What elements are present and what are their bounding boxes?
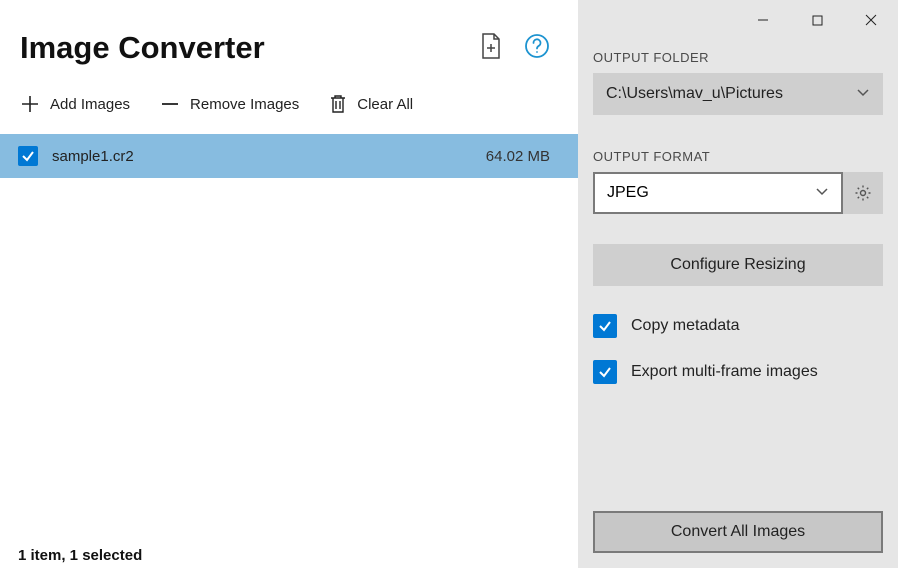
app-title: Image Converter — [20, 30, 480, 66]
copy-metadata-checkbox[interactable]: Copy metadata — [593, 314, 883, 338]
convert-all-button[interactable]: Convert All Images — [593, 511, 883, 553]
app-root: Image Converter Add Images — [0, 0, 898, 568]
spacer — [593, 384, 883, 511]
file-checkbox[interactable] — [18, 146, 38, 166]
close-button[interactable] — [857, 6, 885, 34]
file-row[interactable]: sample1.cr2 64.02 MB — [0, 134, 578, 178]
right-panel: OUTPUT FOLDER C:\Users\mav_u\Pictures OU… — [578, 0, 898, 568]
status-bar: 1 item, 1 selected — [0, 547, 578, 568]
check-icon — [597, 364, 613, 380]
toolbar: Add Images Remove Images Clear All — [0, 76, 578, 134]
checkbox-box — [593, 314, 617, 338]
format-settings-button[interactable] — [843, 172, 883, 214]
maximize-icon — [812, 15, 823, 26]
left-panel: Image Converter Add Images — [0, 0, 578, 568]
window-controls — [593, 0, 889, 40]
configure-resizing-button[interactable]: Configure Resizing — [593, 244, 883, 286]
help-icon[interactable] — [524, 33, 550, 64]
configure-resizing-label: Configure Resizing — [670, 256, 805, 274]
output-folder-label: OUTPUT FOLDER — [593, 50, 883, 65]
convert-all-label: Convert All Images — [671, 523, 805, 541]
export-multiframe-label: Export multi-frame images — [631, 363, 818, 381]
output-format-label: OUTPUT FORMAT — [593, 149, 883, 164]
new-file-icon[interactable] — [480, 33, 502, 64]
header: Image Converter — [0, 0, 578, 76]
check-icon — [21, 149, 35, 163]
output-folder-dropdown[interactable]: C:\Users\mav_u\Pictures — [593, 73, 883, 115]
checkbox-box — [593, 360, 617, 384]
file-list: sample1.cr2 64.02 MB — [0, 134, 578, 547]
trash-icon — [329, 94, 347, 114]
file-name: sample1.cr2 — [52, 148, 472, 165]
minus-icon — [160, 94, 180, 114]
clear-all-button[interactable]: Clear All — [329, 94, 413, 114]
output-format-value: JPEG — [607, 184, 815, 202]
header-icons — [480, 33, 558, 64]
remove-images-label: Remove Images — [190, 96, 299, 113]
chevron-down-icon — [815, 184, 829, 203]
add-images-label: Add Images — [50, 96, 130, 113]
output-folder-value: C:\Users\mav_u\Pictures — [606, 85, 856, 103]
close-icon — [865, 14, 877, 26]
file-size: 64.02 MB — [486, 148, 560, 165]
plus-icon — [20, 94, 40, 114]
add-images-button[interactable]: Add Images — [20, 94, 130, 114]
chevron-down-icon — [856, 85, 870, 104]
minimize-button[interactable] — [749, 6, 777, 34]
check-icon — [597, 318, 613, 334]
remove-images-button[interactable]: Remove Images — [160, 94, 299, 114]
copy-metadata-label: Copy metadata — [631, 317, 740, 335]
export-multiframe-checkbox[interactable]: Export multi-frame images — [593, 360, 883, 384]
clear-all-label: Clear All — [357, 96, 413, 113]
minimize-icon — [757, 14, 769, 26]
maximize-button[interactable] — [803, 6, 831, 34]
gear-icon — [854, 184, 872, 202]
output-format-dropdown[interactable]: JPEG — [593, 172, 843, 214]
output-format-row: JPEG — [593, 172, 883, 214]
